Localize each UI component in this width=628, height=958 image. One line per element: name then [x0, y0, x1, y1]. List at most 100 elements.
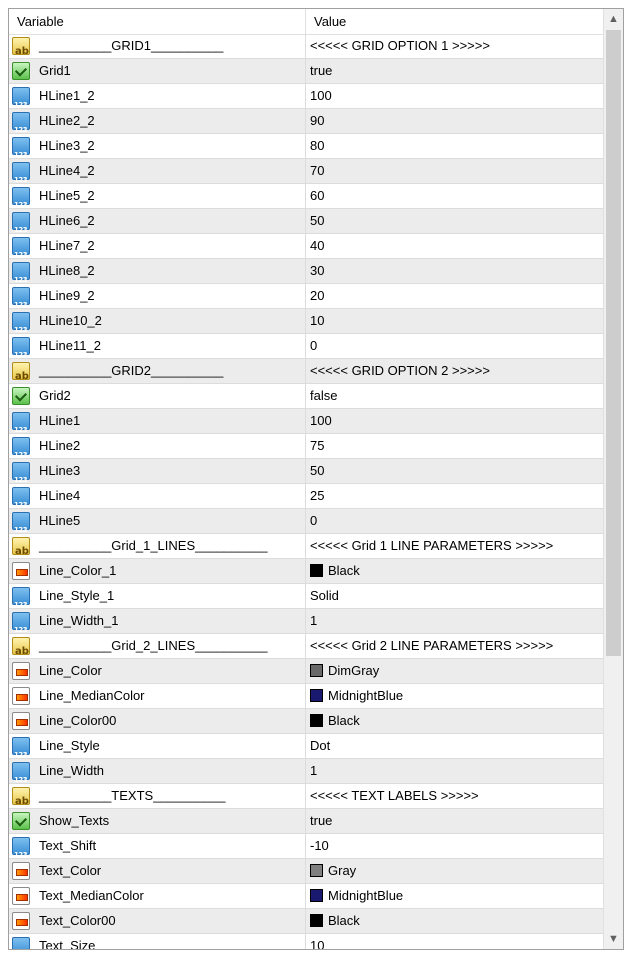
value-cell[interactable]: 40: [306, 234, 603, 258]
table-row[interactable]: __________GRID2__________ <<<<< GRID OPTI…: [9, 359, 603, 389]
value-cell[interactable]: Black: [306, 709, 603, 733]
value-cell[interactable]: 30: [306, 259, 603, 283]
value-cell[interactable]: 100: [306, 409, 603, 433]
table-row[interactable]: Grid2 false: [9, 384, 603, 409]
table-row[interactable]: Text_Color Gray: [9, 859, 603, 884]
value-cell[interactable]: 1: [306, 759, 603, 783]
variable-cell: Line_Color_1: [9, 559, 306, 583]
value-cell[interactable]: 50: [306, 209, 603, 233]
value-text: 0: [310, 513, 318, 528]
value-cell[interactable]: <<<<< Grid 1 LINE PARAMETERS >>>>>: [306, 534, 603, 558]
value-text: Black: [328, 913, 360, 928]
table-row[interactable]: HLine5 0: [9, 509, 603, 542]
value-cell[interactable]: 1: [306, 609, 603, 633]
variable-name: Text_MedianColor: [39, 888, 144, 903]
variable-column-header[interactable]: Variable: [9, 9, 306, 34]
value-cell[interactable]: true: [306, 809, 603, 833]
table-row[interactable]: HLine11_2 0: [9, 334, 603, 367]
value-cell[interactable]: false: [306, 384, 603, 408]
table-row[interactable]: HLine5_2 60: [9, 184, 603, 217]
variable-name: HLine5_2: [39, 188, 95, 203]
value-cell[interactable]: 80: [306, 134, 603, 158]
value-text: <<<<< TEXT LABELS >>>>>: [310, 788, 479, 803]
table-row[interactable]: HLine3 50: [9, 459, 603, 492]
value-cell[interactable]: 75: [306, 434, 603, 458]
table-row[interactable]: Line_Style_1 Solid: [9, 584, 603, 617]
table-row[interactable]: Text_Shift -10: [9, 834, 603, 867]
table-row[interactable]: __________TEXTS__________ <<<<< TEXT LABE…: [9, 784, 603, 814]
table-row[interactable]: HLine6_2 50: [9, 209, 603, 242]
value-text: <<<<< Grid 2 LINE PARAMETERS >>>>>: [310, 638, 554, 653]
value-cell[interactable]: MidnightBlue: [306, 684, 603, 708]
value-cell[interactable]: Dot: [306, 734, 603, 758]
number-icon: [12, 212, 30, 242]
table-row[interactable]: HLine9_2 20: [9, 284, 603, 317]
value-text: false: [310, 388, 338, 403]
value-cell[interactable]: <<<<< Grid 2 LINE PARAMETERS >>>>>: [306, 634, 603, 658]
table-row[interactable]: Text_Color00 Black: [9, 909, 603, 934]
value-text: MidnightBlue: [328, 688, 404, 703]
table-row[interactable]: Line_Style Dot: [9, 734, 603, 767]
value-cell[interactable]: 90: [306, 109, 603, 133]
vertical-scrollbar[interactable]: ▲ ▼: [603, 9, 623, 949]
value-cell[interactable]: Black: [306, 559, 603, 583]
scroll-down-arrow-icon[interactable]: ▼: [604, 929, 623, 949]
table-row[interactable]: Line_Color DimGray: [9, 659, 603, 684]
table-row[interactable]: Show_Texts true: [9, 809, 603, 834]
value-cell[interactable]: Black: [306, 909, 603, 933]
table-row[interactable]: Line_Color_1 Black: [9, 559, 603, 584]
value-cell[interactable]: <<<<< GRID OPTION 1 >>>>>: [306, 34, 603, 58]
value-text: Black: [328, 563, 360, 578]
bool-icon: [12, 62, 30, 80]
table-row[interactable]: Text_Size 10: [9, 934, 603, 949]
table-row[interactable]: __________Grid_1_LINES__________ <<<<< Gr…: [9, 534, 603, 564]
table-row[interactable]: HLine4_2 70: [9, 159, 603, 192]
value-cell[interactable]: MidnightBlue: [306, 884, 603, 908]
table-row[interactable]: HLine4 25: [9, 484, 603, 517]
table-row[interactable]: Line_Width 1: [9, 759, 603, 792]
number-icon: [12, 187, 30, 217]
value-cell[interactable]: DimGray: [306, 659, 603, 683]
value-cell[interactable]: 60: [306, 184, 603, 208]
value-cell[interactable]: 10: [306, 309, 603, 333]
scroll-up-arrow-icon[interactable]: ▲: [604, 9, 623, 29]
value-cell[interactable]: 100: [306, 84, 603, 108]
value-text: 25: [310, 488, 325, 503]
table-row[interactable]: HLine2 75: [9, 434, 603, 467]
table-row[interactable]: HLine8_2 30: [9, 259, 603, 292]
value-cell[interactable]: Gray: [306, 859, 603, 883]
value-cell[interactable]: 10: [306, 934, 603, 949]
table-row[interactable]: __________Grid_2_LINES__________ <<<<< Gr…: [9, 634, 603, 664]
value-cell[interactable]: Solid: [306, 584, 603, 608]
table-row[interactable]: Grid1 true: [9, 59, 603, 84]
value-cell[interactable]: <<<<< TEXT LABELS >>>>>: [306, 784, 603, 808]
table-row[interactable]: Line_Width_1 1: [9, 609, 603, 642]
variable-cell: Show_Texts: [9, 809, 306, 833]
table-row[interactable]: HLine2_2 90: [9, 109, 603, 142]
value-cell[interactable]: 0: [306, 334, 603, 358]
scrollbar-thumb[interactable]: [606, 30, 621, 656]
value-cell[interactable]: 25: [306, 484, 603, 508]
value-cell[interactable]: 20: [306, 284, 603, 308]
table-row[interactable]: __________GRID1__________ <<<<< GRID OPTI…: [9, 34, 603, 64]
value-text: 80: [310, 138, 325, 153]
table-row[interactable]: Text_MedianColor MidnightBlue: [9, 884, 603, 909]
table-row[interactable]: HLine7_2 40: [9, 234, 603, 267]
value-cell[interactable]: -10: [306, 834, 603, 858]
table-row[interactable]: Line_MedianColor MidnightBlue: [9, 684, 603, 709]
value-cell[interactable]: <<<<< GRID OPTION 2 >>>>>: [306, 359, 603, 383]
color-icon: [12, 687, 30, 705]
table-row[interactable]: HLine1_2 100: [9, 84, 603, 117]
table-row[interactable]: Line_Color00 Black: [9, 709, 603, 734]
table-row[interactable]: HLine10_2 10: [9, 309, 603, 342]
table-row[interactable]: HLine3_2 80: [9, 134, 603, 167]
color-swatch: [310, 714, 323, 727]
table-row[interactable]: HLine1 100: [9, 409, 603, 442]
value-cell[interactable]: 0: [306, 509, 603, 533]
value-column-header[interactable]: Value: [306, 9, 603, 34]
variable-cell: Text_Size: [9, 934, 306, 949]
value-cell[interactable]: 50: [306, 459, 603, 483]
value-cell[interactable]: 70: [306, 159, 603, 183]
value-text: 50: [310, 213, 325, 228]
value-cell[interactable]: true: [306, 59, 603, 83]
